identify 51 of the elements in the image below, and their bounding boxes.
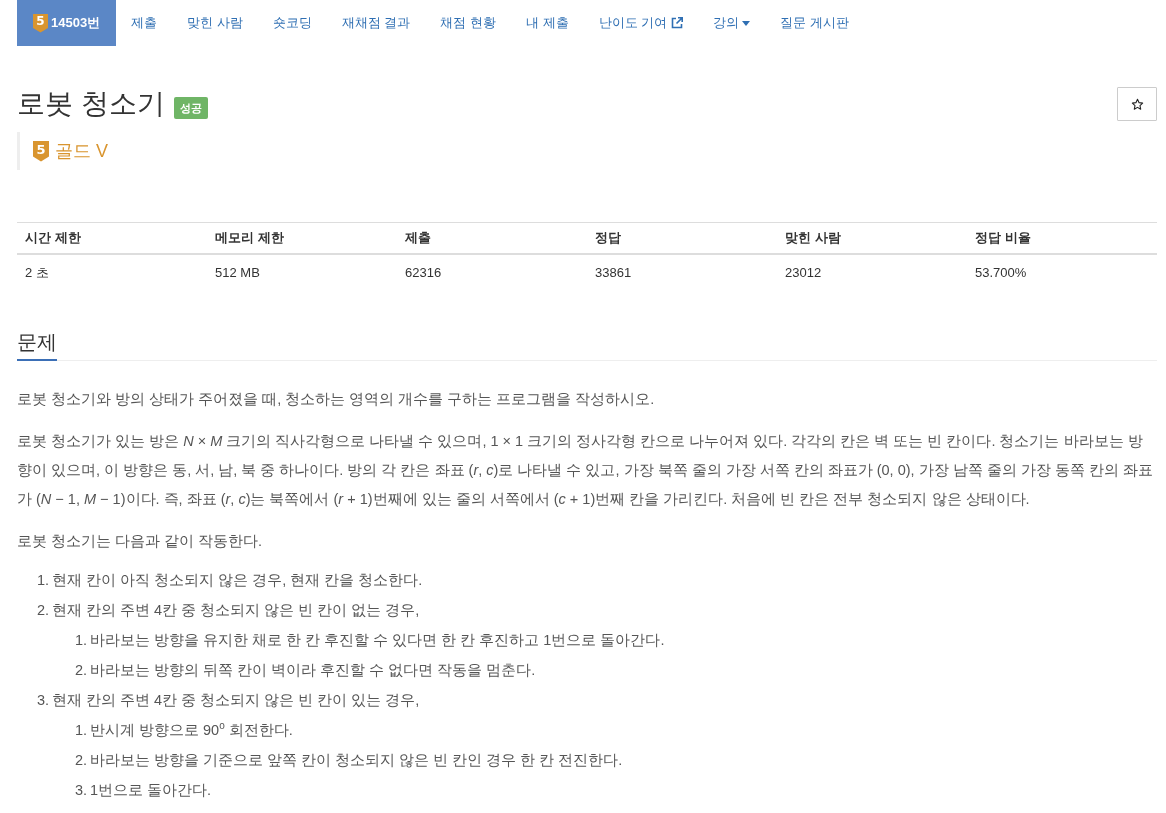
caret-icon xyxy=(742,20,751,26)
star-icon xyxy=(1130,97,1144,111)
column-header: 정답 xyxy=(587,222,777,254)
list-item-text: 바라보는 방향을 기준으로 앞쪽 칸이 청소되지 않은 빈 칸인 경우 한 칸 전진한다. xyxy=(90,751,623,770)
nav-link[interactable]: 재채점 결과 xyxy=(326,0,426,46)
table-cell: 2 초 xyxy=(17,254,207,291)
tier-badge: 5 xyxy=(33,13,48,33)
list-item-text: 현재 칸이 아직 청소되지 않은 경우, 현재 칸을 청소한다. xyxy=(52,571,423,590)
paragraph: 로봇 청소기는 다음과 같이 작동한다. xyxy=(17,532,264,551)
nav-link[interactable]: 난이도 기여 xyxy=(583,0,699,46)
nav-link[interactable]: 채점 현황 xyxy=(425,0,512,46)
list-number: 2. xyxy=(73,751,87,770)
paragraph: 로봇 청소기가 있는 방은 N × M 크기의 직사각형으로 나타낼 수 있으며, 1 × 1 크기의 정사각형 칸으로 나누어져 있다. 각각의 칸은 벽 또는 빈 칸이다. 청소기는 바라보는 방향이 있으며, 이 방향은 동, 서, 남, 북 중 하나이다. 방의 각 칸은 좌표 (r, c)로 나타낼 수 있고, 가장 북쪽 줄의 가장 서쪽 칸의 좌표가 (0, 0), 가장 남쪽 줄의 가장 동쪽 칸의 좌표가 (N − 1, M − 1)이다. 즉, 좌표 (r, c)는 북쪽에서 (r + 1)번째에 있는 줄의 서쪽에서 (c + 1)번째 칸을 가리킨다. 처음에 빈 칸은 전부 청소되지 않은 상태이다. xyxy=(17,432,1154,509)
list-item-text: 1번으로 돌아간다. xyxy=(90,781,212,800)
column-header: 정답 비율 xyxy=(967,222,1157,254)
list-item-text: 바라보는 방향의 뒤쪽 칸이 벽이라 후진할 수 없다면 작동을 멈춘다. xyxy=(90,661,536,680)
column-header: 시간 제한 xyxy=(17,222,207,254)
tier-label: 골드 V xyxy=(55,140,108,163)
tier-badge: 5 xyxy=(33,140,49,162)
list-number: 2. xyxy=(73,661,87,680)
nav-link[interactable]: 강의 xyxy=(698,0,766,46)
list-number: 3. xyxy=(35,691,49,710)
table-cell: 62316 xyxy=(397,254,587,291)
column-header: 맞힌 사람 xyxy=(777,222,967,254)
table-cell: 23012 xyxy=(777,254,967,291)
external-link-icon xyxy=(671,17,684,29)
nav-link[interactable]: 맞힌 사람 xyxy=(172,0,258,46)
table-cell: 53.700% xyxy=(967,254,1157,291)
list-number: 1. xyxy=(73,721,87,740)
list-item-text: 반시계 방향으로 90$^{o}$ 회전한다. xyxy=(90,719,293,740)
list-number: 2. xyxy=(35,601,49,620)
list-number: 1. xyxy=(35,571,49,590)
nav-link[interactable]: 질문 게시판 xyxy=(765,0,864,46)
paragraph: 로봇 청소기와 방의 상태가 주어졌을 때, 청소하는 영역의 개수를 구하는 프로그램을 작성하시오. xyxy=(17,390,656,409)
column-header: 메모리 제한 xyxy=(207,222,397,254)
list-number: 1. xyxy=(73,631,87,650)
result-label: 성공 xyxy=(173,97,208,119)
nav-link[interactable]: 내 제출 xyxy=(511,0,584,46)
section-title: 문제 xyxy=(17,327,57,361)
table-cell: 512 MB xyxy=(207,254,397,291)
nav-link[interactable]: 제출 xyxy=(116,0,173,46)
table-cell: 33861 xyxy=(587,254,777,291)
list-item-text: 현재 칸의 주변 4칸 중 청소되지 않은 빈 칸이 있는 경우, xyxy=(52,691,420,710)
nav-link[interactable]: 5 14503번 xyxy=(17,0,117,46)
favorite-button[interactable] xyxy=(1117,87,1157,121)
nav-link[interactable]: 숏코딩 xyxy=(257,0,327,46)
list-item-text: 바라보는 방향을 유지한 채로 한 칸 후진할 수 있다면 한 칸 후진하고 1번으로 돌아간다. xyxy=(90,631,665,650)
problem-title: 로봇 청소기 xyxy=(17,87,165,121)
column-header: 제출 xyxy=(397,222,587,254)
list-number: 3. xyxy=(73,781,87,800)
list-item-text: 현재 칸의 주변 4칸 중 청소되지 않은 빈 칸이 없는 경우, xyxy=(52,601,420,620)
